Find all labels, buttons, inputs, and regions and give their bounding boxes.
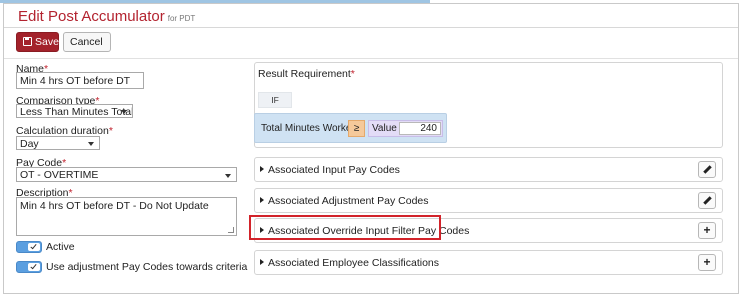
accordion-label: Associated Employee Classifications — [260, 257, 439, 269]
accordion-label-text: Associated Input Pay Codes — [268, 164, 400, 176]
check-icon — [28, 263, 40, 271]
page-title: Edit Post Accumulator for PDT — [18, 8, 195, 25]
chevron-down-icon — [88, 142, 94, 146]
result-requirement-title: Result Requirement* — [258, 68, 355, 80]
pencil-icon — [702, 165, 712, 174]
condition-label: Total Minutes Worked — [261, 123, 357, 134]
accordion-label: Associated Input Pay Codes — [260, 164, 400, 176]
add-button[interactable]: + — [698, 254, 716, 271]
comparison-type-select[interactable]: Less Than Minutes Total — [16, 104, 133, 118]
accordion-adjustment-pay-codes[interactable]: Associated Adjustment Pay Codes — [254, 188, 723, 213]
comparison-type-value: Less Than Minutes Total — [20, 106, 133, 118]
accordion-employee-classifications[interactable]: Associated Employee Classifications + — [254, 250, 723, 275]
highlight-box — [249, 215, 441, 240]
title-bar: Edit Post Accumulator for PDT — [4, 4, 738, 28]
page-subtitle: for PDT — [167, 14, 196, 23]
page-title-text: Edit Post Accumulator — [18, 8, 165, 25]
toolbar-divider — [4, 58, 738, 59]
save-icon — [23, 37, 32, 46]
value-label: Value — [372, 123, 397, 134]
calculation-duration-select[interactable]: Day — [16, 136, 100, 150]
condition-block[interactable]: Total Minutes Worked ≥ Value 240 — [254, 113, 447, 143]
save-button[interactable]: Save — [16, 32, 59, 52]
cancel-button[interactable]: Cancel — [63, 32, 111, 52]
value-block: Value 240 — [368, 120, 443, 137]
description-textarea[interactable]: Min 4 hrs OT before DT - Do Not Update — [16, 197, 237, 236]
required-marker: * — [350, 68, 355, 80]
pay-code-value: OT - OVERTIME — [20, 169, 99, 181]
accordion-label-text: Associated Employee Classifications — [268, 257, 439, 269]
calculation-duration-value: Day — [20, 138, 39, 150]
caret-right-icon — [260, 166, 264, 172]
edit-button[interactable] — [698, 192, 716, 209]
accordion-label: Associated Adjustment Pay Codes — [260, 195, 429, 207]
result-requirement-title-text: Result Requirement — [258, 68, 351, 80]
save-button-label: Save — [35, 36, 59, 48]
name-input[interactable]: Min 4 hrs OT before DT — [16, 72, 144, 89]
operator-button[interactable]: ≥ — [348, 120, 365, 137]
required-marker: * — [108, 125, 113, 137]
pay-code-select[interactable]: OT - OVERTIME — [16, 167, 237, 182]
add-button[interactable]: + — [698, 222, 716, 239]
use-adjustment-label: Use adjustment Pay Codes towards criteri… — [46, 261, 248, 273]
caret-right-icon — [260, 197, 264, 203]
check-icon — [28, 243, 40, 251]
caret-right-icon — [260, 259, 264, 265]
active-toggle[interactable] — [16, 241, 42, 253]
if-block[interactable]: IF — [258, 92, 292, 108]
chevron-down-icon — [225, 174, 231, 178]
active-label: Active — [46, 241, 75, 253]
description-value: Min 4 hrs OT before DT - Do Not Update — [20, 200, 209, 212]
chevron-down-icon — [121, 110, 127, 114]
resize-handle-icon[interactable] — [228, 227, 234, 233]
accordion-label-text: Associated Adjustment Pay Codes — [268, 195, 429, 207]
value-input[interactable]: 240 — [399, 122, 441, 135]
pencil-icon — [702, 196, 712, 205]
accordion-input-pay-codes[interactable]: Associated Input Pay Codes — [254, 157, 723, 182]
use-adjustment-toggle[interactable] — [16, 261, 42, 273]
edit-button[interactable] — [698, 161, 716, 178]
